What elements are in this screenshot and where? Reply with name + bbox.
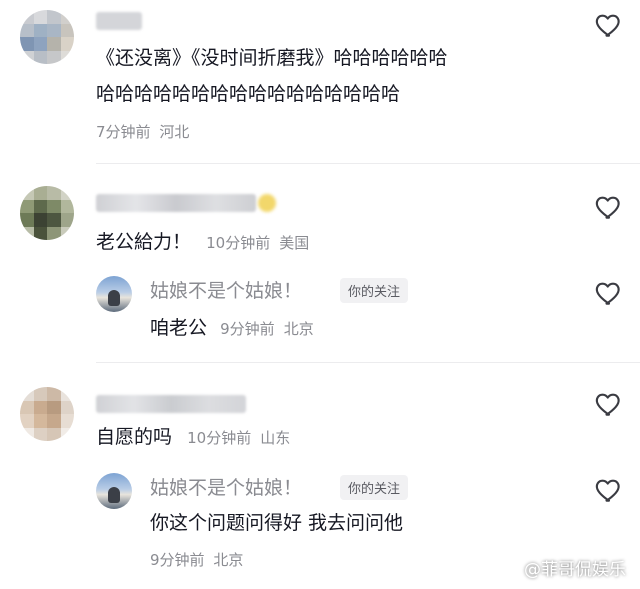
reply-avatar[interactable] [96, 473, 132, 509]
comment-location: 河北 [159, 123, 190, 141]
comment-text-line1: 《还没离》《没时间折磨我》哈哈哈哈哈哈 [96, 47, 448, 69]
watermark-text: @菲哥侃娱乐 [524, 560, 626, 580]
comment-meta: 7分钟前 河北 [96, 121, 189, 142]
comment-body: 自愿的吗 10分钟前 山东 [96, 419, 290, 456]
heart-outline-icon[interactable] [594, 389, 624, 419]
reply-author-name[interactable]: 姑娘不是个姑娘！ [150, 473, 302, 500]
comment-text: 老公給力！ [96, 231, 192, 253]
comment-time: 10分钟前 [187, 429, 252, 447]
comment-body: 老公給力！ 10分钟前 美国 [96, 224, 309, 261]
reply-text: 咱老公 [150, 317, 208, 339]
comment-location: 美国 [279, 234, 310, 252]
reply-item: 姑娘不是个姑娘！ 你的关注 咱老公 9分钟前 北京 [0, 272, 640, 352]
reply-location: 北京 [283, 320, 314, 338]
reply-text: 你这个问题问得好 我去问问他 [150, 512, 404, 534]
reply-location: 北京 [213, 551, 244, 569]
commenter-name-blurred[interactable] [96, 395, 246, 413]
reply-meta: 9分钟前 北京 [150, 549, 243, 570]
commenter-avatar[interactable] [20, 387, 74, 441]
following-badge: 你的关注 [340, 475, 409, 500]
comment-item: 老公給力！ 10分钟前 美国 姑娘不是个姑娘！ 你的关注 咱老公 9分钟前 北京 [0, 164, 640, 360]
commenter-name-blurred[interactable] [96, 194, 256, 212]
comment-item: 《还没离》《没时间折磨我》哈哈哈哈哈哈 哈哈哈哈哈哈哈哈哈哈哈哈哈哈哈哈 7分钟… [0, 0, 640, 162]
name-emoji-blurred [258, 194, 276, 212]
heart-outline-icon[interactable] [594, 10, 624, 40]
reply-body: 咱老公 9分钟前 北京 [150, 310, 314, 347]
reply-time: 9分钟前 [150, 551, 205, 569]
reply-author-name[interactable]: 姑娘不是个姑娘！ [150, 276, 302, 303]
following-badge: 你的关注 [340, 278, 409, 303]
heart-outline-icon[interactable] [594, 192, 624, 222]
comment-time: 10分钟前 [206, 234, 271, 252]
heart-outline-icon[interactable] [594, 475, 624, 505]
commenter-avatar[interactable] [20, 10, 74, 64]
comment-text-line2: 哈哈哈哈哈哈哈哈哈哈哈哈哈哈哈哈 [96, 83, 401, 105]
commenter-name-blurred[interactable] [96, 12, 142, 30]
comment-time: 7分钟前 [96, 123, 151, 141]
commenter-avatar[interactable] [20, 186, 74, 240]
reply-avatar[interactable] [96, 276, 132, 312]
heart-outline-icon[interactable] [594, 278, 624, 308]
comment-location: 山东 [260, 429, 291, 447]
comment-text: 自愿的吗 [96, 426, 173, 448]
reply-time: 9分钟前 [220, 320, 275, 338]
